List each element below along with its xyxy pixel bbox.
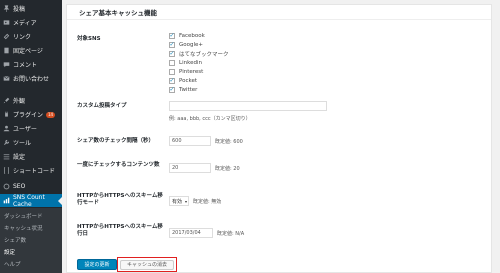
- clear-cache-highlight: キャッシュの消去: [117, 257, 177, 272]
- menu-media[interactable]: メディア: [0, 16, 62, 29]
- menu-label: SNS Count Cache: [13, 193, 45, 208]
- clear-cache-button[interactable]: キャッシュの消去: [120, 259, 174, 270]
- checkbox[interactable]: ✓: [169, 78, 175, 84]
- menu-users[interactable]: ユーザー: [0, 122, 62, 135]
- current-arrow: [58, 197, 62, 205]
- migration-date-default: 既定値: N/A: [217, 231, 245, 237]
- check-interval-default: 既定値: 600: [215, 139, 243, 145]
- mail-icon: [2, 75, 10, 83]
- checkbox-label: Pinterest: [179, 69, 204, 75]
- sns-checkbox-pinterest[interactable]: Pinterest: [169, 68, 203, 76]
- migration-mode-value: 有効: [172, 198, 183, 205]
- menu-posts[interactable]: 投稿: [0, 2, 62, 15]
- migration-mode-select[interactable]: 有効 ▾: [169, 196, 189, 206]
- shortcode-icon: [2, 167, 10, 175]
- sns-checkbox-googleplus[interactable]: ✓ Google+: [169, 41, 203, 49]
- menu-label: ユーザー: [13, 126, 37, 133]
- menu-label: 投稿: [13, 6, 26, 13]
- sns-checkbox-hatena[interactable]: ✓ はてなブックマーク: [169, 50, 229, 58]
- custom-post-type-label: カスタム投稿タイプ: [77, 103, 127, 109]
- sns-checkbox-pocket[interactable]: ✓ Pocket: [169, 77, 197, 85]
- submenu-dashboard[interactable]: ダッシュボード: [4, 212, 43, 220]
- menu-label: お問い合わせ: [13, 76, 50, 83]
- check-interval-input[interactable]: 600: [169, 136, 211, 146]
- menu-tools[interactable]: ツール: [0, 136, 62, 149]
- checkbox-label: はてなブックマーク: [179, 52, 229, 58]
- submenu-cache-status[interactable]: キャッシュ状況: [4, 224, 43, 232]
- menu-label: コメント: [13, 62, 38, 69]
- submenu: ダッシュボード キャッシュ状況 シェア数 設定 ヘルプ: [0, 208, 62, 273]
- menu-label: 外観: [13, 98, 26, 105]
- menu-sns-count-cache[interactable]: SNS Count Cache: [0, 193, 62, 208]
- custom-post-type-hint: 例: aaa, bbb, ccc（カンマ区切り）: [169, 116, 251, 122]
- checkbox[interactable]: ✓: [169, 42, 175, 48]
- migration-mode-label: HTTPからHTTPSへのスキーム移行モード: [77, 193, 163, 206]
- submenu-settings[interactable]: 設定: [4, 248, 15, 256]
- menu-label: リンク: [13, 34, 32, 41]
- checkbox[interactable]: [169, 69, 175, 75]
- menu-label: メディア: [13, 20, 37, 27]
- settings-icon: [2, 153, 10, 161]
- admin-sidebar: 投稿 メディア リンク 固定ページ コメント お問い合わせ 外観 プラグイン 1…: [0, 0, 62, 273]
- save-settings-button[interactable]: 設定の更新: [77, 259, 117, 270]
- checkbox[interactable]: ✓: [169, 51, 175, 57]
- submenu-help[interactable]: ヘルプ: [4, 260, 21, 268]
- menu-shortcode[interactable]: ショートコード: [0, 164, 62, 177]
- pin-icon: [2, 5, 10, 13]
- check-interval-label: シェア数のチェック間隔（秒）: [77, 138, 155, 144]
- wrench-icon: [2, 139, 10, 147]
- link-icon: [2, 33, 10, 41]
- page-icon: [2, 47, 10, 55]
- menu-label: ツール: [13, 140, 32, 147]
- menu-plugins[interactable]: プラグイン 14: [0, 108, 62, 121]
- seo-icon: [2, 183, 10, 191]
- menu-label: SEO: [13, 183, 26, 190]
- chevron-down-icon: ▾: [185, 198, 188, 204]
- checkbox-label: Twitter: [179, 87, 198, 93]
- migration-mode-default: 既定値: 無効: [193, 199, 222, 205]
- brush-icon: [2, 97, 10, 105]
- menu-pages[interactable]: 固定ページ: [0, 44, 62, 57]
- checkbox[interactable]: ✓: [169, 87, 175, 93]
- settings-panel: シェア基本キャッシュ機能 対象SNS ✓ Facebook ✓ Google+ ✓ は…: [66, 4, 492, 273]
- divider: [67, 19, 491, 20]
- menu-label: 固定ページ: [13, 48, 43, 55]
- chart-icon: [2, 197, 10, 205]
- plugin-icon: [2, 111, 10, 119]
- checkbox[interactable]: [169, 60, 175, 66]
- menu-label: プラグイン: [13, 112, 44, 119]
- checkbox-label: Linkedin: [179, 60, 202, 66]
- comment-icon: [2, 61, 10, 69]
- checkbox-label: Facebook: [179, 33, 205, 39]
- contents-per-check-default: 既定値: 20: [215, 166, 240, 172]
- sns-checkbox-twitter[interactable]: ✓ Twitter: [169, 86, 197, 94]
- menu-comments[interactable]: コメント: [0, 58, 62, 71]
- migration-date-label: HTTPからHTTPSへのスキーム移行日: [77, 224, 163, 237]
- menu-contact[interactable]: お問い合わせ: [0, 72, 62, 85]
- checkbox-label: Pocket: [179, 78, 198, 84]
- update-count-badge: 14: [46, 111, 56, 118]
- sns-label: 対象SNS: [77, 36, 101, 42]
- menu-links[interactable]: リンク: [0, 30, 62, 43]
- checkbox[interactable]: ✓: [169, 33, 175, 39]
- custom-post-type-input[interactable]: [169, 101, 327, 111]
- menu-seo[interactable]: SEO: [0, 180, 62, 193]
- menu-appearance[interactable]: 外観: [0, 94, 62, 107]
- checkbox-label: Google+: [179, 42, 204, 48]
- sns-checkbox-facebook[interactable]: ✓ Facebook: [169, 32, 205, 40]
- contents-per-check-input[interactable]: 20: [169, 163, 211, 173]
- media-icon: [2, 19, 10, 27]
- menu-settings[interactable]: 設定: [0, 150, 62, 163]
- contents-per-check-label: 一度にチェックするコンテンツ数: [77, 162, 160, 168]
- migration-date-input[interactable]: 2017/03/04: [169, 228, 213, 238]
- panel-title: シェア基本キャッシュ機能: [79, 9, 157, 17]
- menu-label: 設定: [13, 154, 26, 161]
- user-icon: [2, 125, 10, 133]
- submenu-share-count[interactable]: シェア数: [4, 236, 26, 244]
- sns-checkbox-linkedin[interactable]: Linkedin: [169, 59, 202, 67]
- menu-label: ショートコード: [13, 168, 56, 175]
